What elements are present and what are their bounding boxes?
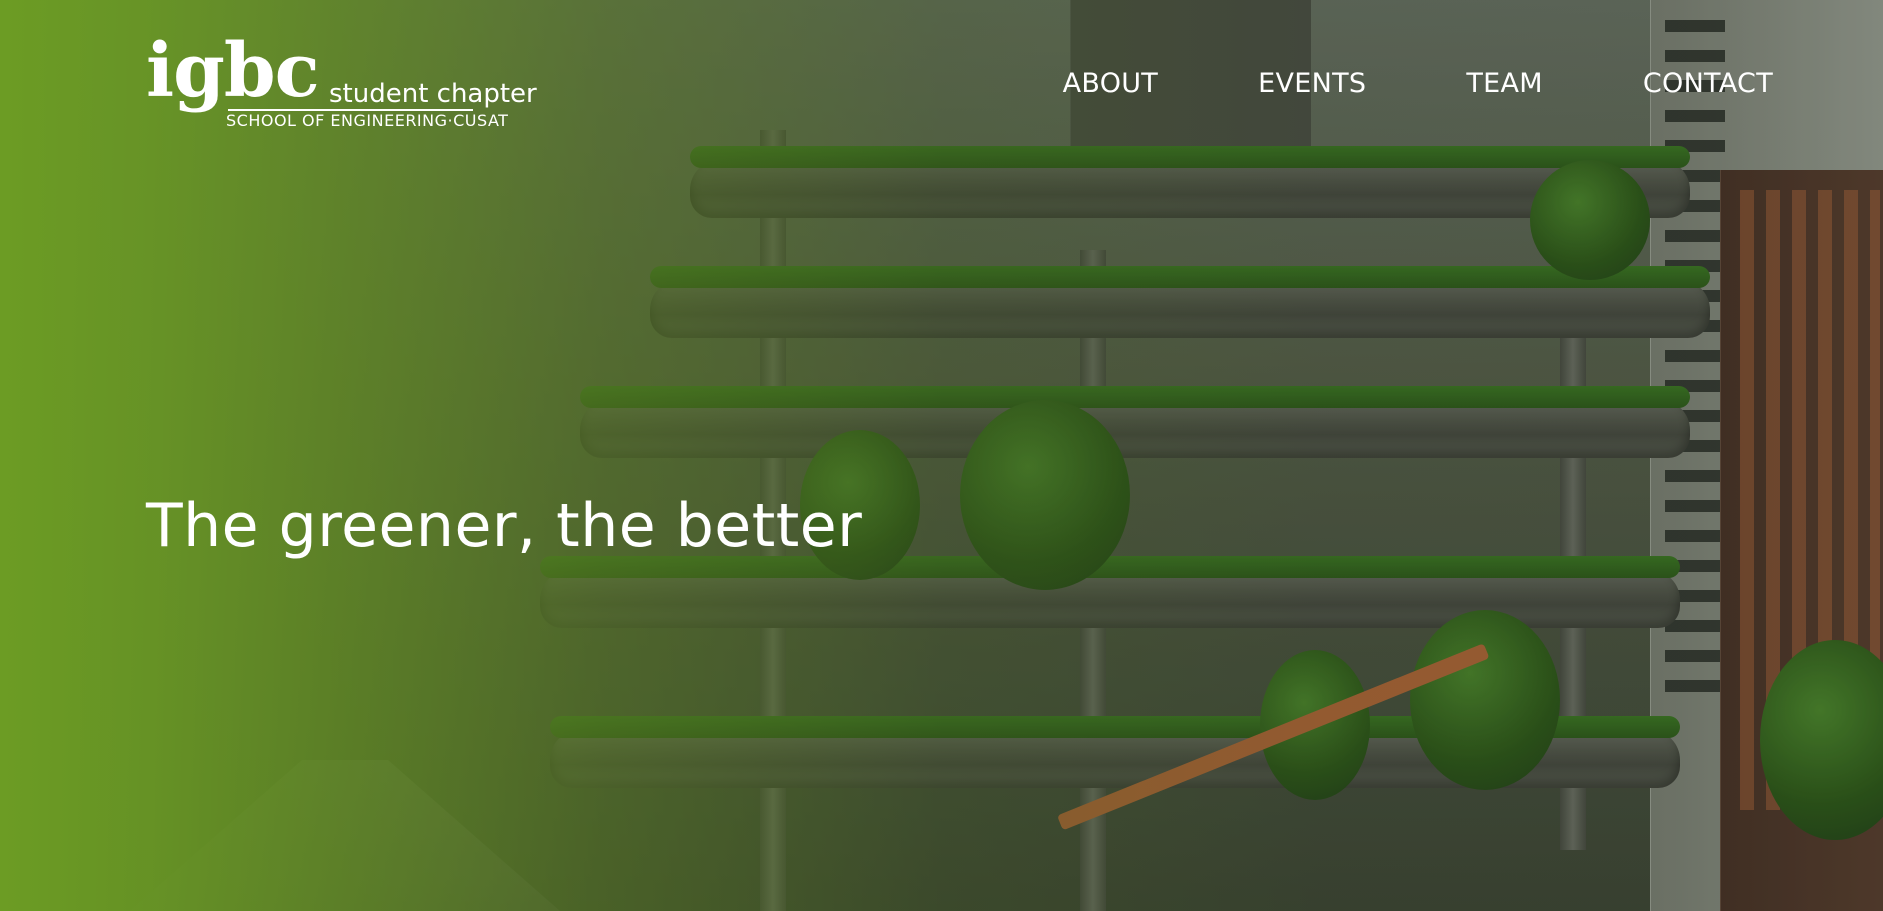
logo-mark: igbc: [146, 28, 320, 114]
site-header: igbc student chapter SCHOOL OF ENGINEERI…: [0, 0, 1883, 150]
nav-link-contact[interactable]: CONTACT: [1643, 66, 1773, 102]
nav-link-team[interactable]: TEAM: [1466, 66, 1543, 102]
main-nav: ABOUT EVENTS TEAM CONTACT: [1063, 66, 1773, 102]
nav-link-events[interactable]: EVENTS: [1258, 66, 1366, 102]
hero-section: igbc student chapter SCHOOL OF ENGINEERI…: [0, 0, 1883, 911]
logo-institution: SCHOOL OF ENGINEERING·CUSAT: [226, 111, 509, 130]
nav-link-about[interactable]: ABOUT: [1063, 66, 1159, 102]
hero-tagline: The greener, the better: [146, 491, 863, 561]
logo-subtitle: student chapter: [329, 79, 537, 109]
site-logo[interactable]: igbc student chapter SCHOOL OF ENGINEERI…: [146, 34, 546, 134]
